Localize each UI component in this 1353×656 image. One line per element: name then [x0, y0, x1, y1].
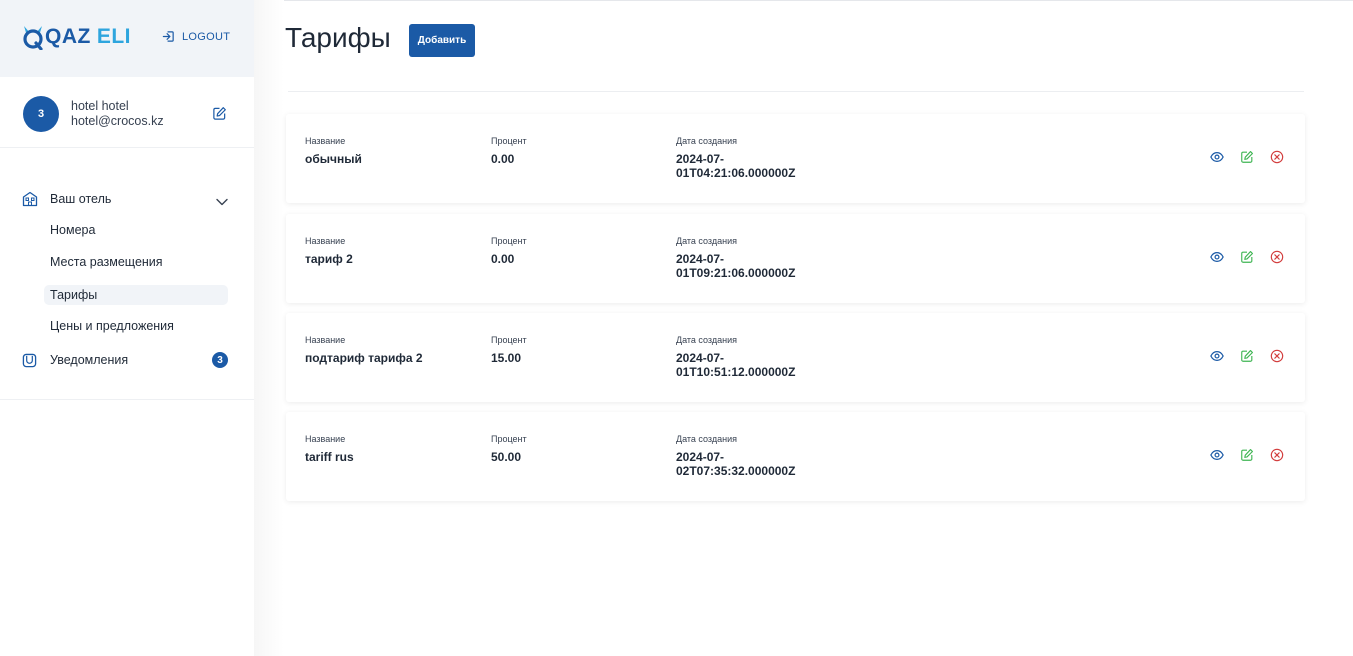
- logo[interactable]: QAZ ELI: [22, 24, 131, 50]
- sidebar-item-accommodations[interactable]: Места размещения: [44, 252, 228, 272]
- row-actions: [1210, 250, 1284, 264]
- percent-column-label: Процент: [491, 434, 527, 444]
- tariff-percent: 15.00: [491, 351, 522, 365]
- delete-icon[interactable]: [1270, 448, 1284, 462]
- view-eye-icon[interactable]: [1210, 349, 1224, 363]
- edit-profile-icon[interactable]: [212, 106, 227, 126]
- page-title: Тарифы: [285, 22, 391, 53]
- percent-column: Процент 0.00: [491, 136, 527, 166]
- sidebar-group-label: Ваш отель: [50, 192, 112, 206]
- tariff-name: обычный: [305, 152, 362, 166]
- created-column: Дата создания 2024-07- 01T10:51:12.000000…: [676, 335, 816, 379]
- tariff-card: Название тариф 2 Процент 0.00 Дата созда…: [286, 214, 1305, 303]
- sidebar-header: QAZ ELI LOGOUT: [0, 0, 254, 77]
- top-border: [284, 0, 1353, 1]
- logout-icon: [162, 31, 174, 42]
- sidebar-item-tariffs[interactable]: Тарифы: [44, 285, 228, 305]
- avatar[interactable]: 3: [23, 96, 59, 132]
- row-actions: [1210, 150, 1284, 164]
- created-column-label: Дата создания: [676, 136, 737, 146]
- notifications-count-badge: 3: [212, 352, 228, 368]
- logo-text-part1: QAZ: [45, 25, 91, 48]
- sidebar-shadow: [254, 0, 284, 656]
- percent-column-label: Процент: [491, 136, 527, 146]
- created-line2: 01T09:21:06.000000Z: [676, 266, 796, 280]
- delete-icon[interactable]: [1270, 150, 1284, 164]
- percent-column: Процент 15.00: [491, 335, 527, 365]
- sidebar-item-rooms[interactable]: Номера: [44, 220, 228, 240]
- tariff-name: подтариф тарифа 2: [305, 351, 423, 365]
- edit-icon[interactable]: [1240, 150, 1254, 164]
- header-divider: [288, 91, 1304, 92]
- created-line2: 01T04:21:06.000000Z: [676, 166, 796, 180]
- percent-column-label: Процент: [491, 335, 527, 345]
- chevron-down-icon[interactable]: [216, 193, 228, 211]
- created-line2: 02T07:35:32.000000Z: [676, 464, 796, 478]
- sidebar-item-notifications[interactable]: Уведомления 3: [22, 351, 232, 369]
- percent-column: Процент 0.00: [491, 236, 527, 266]
- name-column: Название обычный: [305, 136, 362, 166]
- created-column: Дата создания 2024-07- 01T04:21:06.000000…: [676, 136, 816, 180]
- created-column: Дата создания 2024-07- 02T07:35:32.000000…: [676, 434, 816, 478]
- tariff-name: тариф 2: [305, 252, 353, 266]
- created-line1: 2024-07-: [676, 252, 725, 266]
- name-column-label: Название: [305, 434, 346, 444]
- percent-column: Процент 50.00: [491, 434, 527, 464]
- logo-text: QAZ ELI: [45, 25, 131, 49]
- tariff-card: Название подтариф тарифа 2 Процент 15.00…: [286, 313, 1305, 402]
- user-email: hotel@crocos.kz: [71, 114, 164, 128]
- name-column: Название tariff rus: [305, 434, 354, 464]
- user-panel: 3 hotel hotel hotel@crocos.kz: [0, 77, 254, 148]
- delete-icon[interactable]: [1270, 250, 1284, 264]
- sidebar: QAZ ELI LOGOUT 3 hotel hotel hotel@crocos…: [0, 0, 254, 656]
- tariff-name: tariff rus: [305, 450, 354, 464]
- logo-mark-icon: [23, 26, 43, 50]
- tariff-created: 2024-07- 01T09:21:06.000000Z: [676, 252, 816, 280]
- delete-icon[interactable]: [1270, 349, 1284, 363]
- logout-button[interactable]: LOGOUT: [162, 30, 230, 43]
- user-name: hotel hotel: [71, 99, 129, 113]
- created-line1: 2024-07-: [676, 351, 725, 365]
- main-content: Тарифы Добавить Название обычный Процент…: [284, 0, 1353, 656]
- edit-icon[interactable]: [1240, 250, 1254, 264]
- add-button[interactable]: Добавить: [409, 24, 475, 57]
- view-eye-icon[interactable]: [1210, 448, 1224, 462]
- tariff-created: 2024-07- 01T10:51:12.000000Z: [676, 351, 816, 379]
- created-column: Дата создания 2024-07- 01T09:21:06.000000…: [676, 236, 816, 280]
- sidebar-nav: Ваш отель Номера Места размещения Тарифы…: [0, 148, 254, 400]
- logo-text-part2: ELI: [96, 25, 131, 48]
- row-actions: [1210, 448, 1284, 462]
- logout-label: LOGOUT: [182, 30, 231, 43]
- tariff-card: Название обычный Процент 0.00 Дата созда…: [286, 114, 1305, 203]
- notifications-icon: [22, 353, 37, 367]
- sidebar-group-hotel[interactable]: Ваш отель: [22, 190, 232, 208]
- sidebar-item-prices[interactable]: Цены и предложения: [44, 316, 228, 336]
- created-column-label: Дата создания: [676, 236, 737, 246]
- created-column-label: Дата создания: [676, 434, 737, 444]
- name-column-label: Название: [305, 136, 346, 146]
- name-column-label: Название: [305, 236, 346, 246]
- tariff-created: 2024-07- 02T07:35:32.000000Z: [676, 450, 816, 478]
- name-column: Название тариф 2: [305, 236, 353, 266]
- notifications-label: Уведомления: [50, 353, 129, 367]
- name-column: Название подтариф тарифа 2: [305, 335, 423, 365]
- created-line1: 2024-07-: [676, 450, 725, 464]
- hotel-icon: [22, 191, 38, 207]
- created-line2: 01T10:51:12.000000Z: [676, 365, 796, 379]
- row-actions: [1210, 349, 1284, 363]
- tariff-card: Название tariff rus Процент 50.00 Дата с…: [286, 412, 1305, 501]
- tariff-percent: 50.00: [491, 450, 522, 464]
- tariff-percent: 0.00: [491, 252, 515, 266]
- tariff-created: 2024-07- 01T04:21:06.000000Z: [676, 152, 816, 180]
- created-line1: 2024-07-: [676, 152, 725, 166]
- tariff-percent: 0.00: [491, 152, 515, 166]
- view-eye-icon[interactable]: [1210, 250, 1224, 264]
- created-column-label: Дата создания: [676, 335, 737, 345]
- edit-icon[interactable]: [1240, 448, 1254, 462]
- edit-icon[interactable]: [1240, 349, 1254, 363]
- percent-column-label: Процент: [491, 236, 527, 246]
- view-eye-icon[interactable]: [1210, 150, 1224, 164]
- name-column-label: Название: [305, 335, 346, 345]
